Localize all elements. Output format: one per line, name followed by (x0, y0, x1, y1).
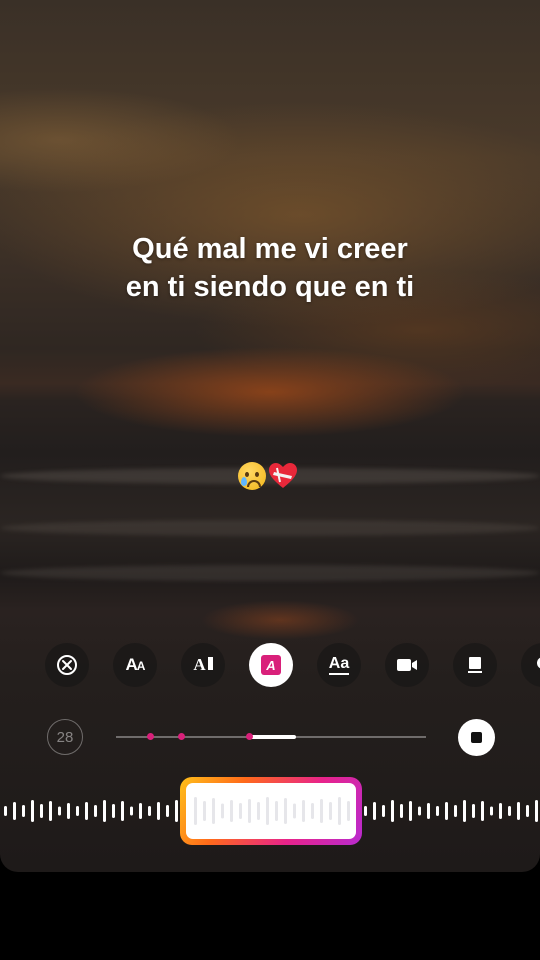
waveform-bar (400, 804, 403, 818)
timeline-marker (178, 733, 186, 740)
ocean-wave (0, 565, 540, 581)
selected-waveform-bar (302, 800, 305, 822)
lyrics-style-toolbar: AA A A Aa (0, 643, 540, 689)
selected-waveform-bar (221, 803, 224, 819)
selected-waveform-bar (194, 797, 197, 825)
selected-waveform-bar (248, 799, 251, 823)
selected-waveform-bar (329, 802, 332, 820)
waveform-bar (463, 800, 466, 822)
waveform-bar (373, 802, 376, 820)
waveform-bar (76, 806, 79, 816)
waveform-bar (409, 801, 412, 821)
selected-waveform-bar (293, 803, 296, 819)
card-icon (468, 657, 482, 673)
crying-face-emoji (238, 462, 266, 490)
waveform-bar (175, 800, 178, 822)
waveform-bar (382, 805, 385, 817)
waveform-bar (31, 800, 34, 822)
story-background: Qué mal me vi creer en ti siendo que en … (0, 0, 540, 872)
sun-reflection (200, 600, 360, 640)
timeline-selection (249, 735, 296, 739)
waveform-bar (472, 804, 475, 818)
selected-waveform-bar (311, 803, 314, 819)
waveform-bar (112, 804, 115, 818)
lyrics-line-1: Qué mal me vi creer (132, 233, 408, 265)
waveform-bar (436, 806, 439, 816)
selected-waveform-bar (257, 802, 260, 820)
lyrics-timeline: 28 (0, 716, 540, 760)
font-size-style-icon: AA (125, 655, 146, 674)
size-indicator[interactable]: 28 (47, 719, 83, 755)
waveform-bar (130, 806, 133, 816)
waveform-bar (121, 801, 124, 821)
clip-selector-window (186, 783, 356, 839)
highlight-style-button[interactable]: A (249, 643, 293, 687)
waveform-bar (85, 802, 88, 820)
waveform-bar (517, 802, 520, 820)
waveform-bar (526, 805, 529, 817)
waveform-bar (535, 800, 538, 822)
waveform-bar (499, 803, 502, 819)
waveform-bar (508, 806, 511, 816)
waveform-bar (58, 806, 61, 816)
video-style-button[interactable] (385, 643, 429, 687)
lyrics-line-2: en ti siendo que en ti (125, 271, 415, 303)
waveform-bar (4, 806, 7, 816)
selected-waveform-bar (338, 797, 341, 825)
waveform-bar (490, 806, 493, 816)
selected-waveform-bar (347, 801, 350, 821)
emoji-sticker[interactable] (238, 462, 298, 492)
mending-heart-emoji (269, 463, 297, 488)
waveform-bar (454, 805, 457, 817)
waveform-bar (94, 805, 97, 817)
selected-waveform-bar (230, 800, 233, 822)
waveform-bar (481, 801, 484, 821)
timeline-marker (147, 733, 155, 740)
font-size-style-button[interactable]: AA (113, 643, 157, 687)
waveform-bar (49, 801, 52, 821)
waveform-bar (364, 806, 367, 816)
stop-icon (471, 732, 482, 743)
waveform-bar (13, 802, 16, 820)
camera-icon (397, 659, 417, 671)
partial-icon (537, 657, 540, 669)
size-value: 28 (56, 728, 74, 746)
selected-waveform-bar (284, 798, 287, 824)
clip-selector[interactable] (180, 777, 362, 845)
ocean-wave (0, 520, 540, 536)
selected-waveform-bar (212, 798, 215, 824)
underline-style-button[interactable]: Aa (317, 643, 361, 687)
waveform-bar (22, 805, 25, 817)
timeline-track[interactable] (116, 733, 426, 740)
waveform-bar (391, 800, 394, 822)
selected-waveform-bar (320, 799, 323, 823)
remove-lyrics-button[interactable] (45, 643, 89, 687)
lyrics-text[interactable]: Qué mal me vi creer en ti siendo que en … (0, 230, 540, 306)
waveform-bar (445, 802, 448, 820)
highlight-style-icon: A (261, 655, 281, 675)
waveform-bar (166, 805, 169, 817)
card-style-button[interactable] (453, 643, 497, 687)
waveform-bar (103, 800, 106, 822)
waveform-bar (67, 803, 70, 819)
selected-waveform-bar (275, 801, 278, 821)
selected-waveform-bar (266, 797, 269, 825)
text-align-style-button[interactable]: A (181, 643, 225, 687)
close-circle-icon (57, 655, 77, 675)
waveform-bar (418, 806, 421, 816)
waveform-bar (157, 802, 160, 820)
underline-style-icon: Aa (328, 655, 350, 675)
waveform-bar (40, 804, 43, 818)
more-style-button[interactable] (521, 643, 540, 687)
waveform-bar (148, 806, 151, 816)
stop-button[interactable] (458, 719, 495, 756)
selected-waveform-bar (239, 803, 242, 819)
text-align-style-icon: A (193, 655, 213, 675)
selected-waveform-bar (203, 801, 206, 821)
waveform-bar (427, 803, 430, 819)
waveform-bar (139, 803, 142, 819)
